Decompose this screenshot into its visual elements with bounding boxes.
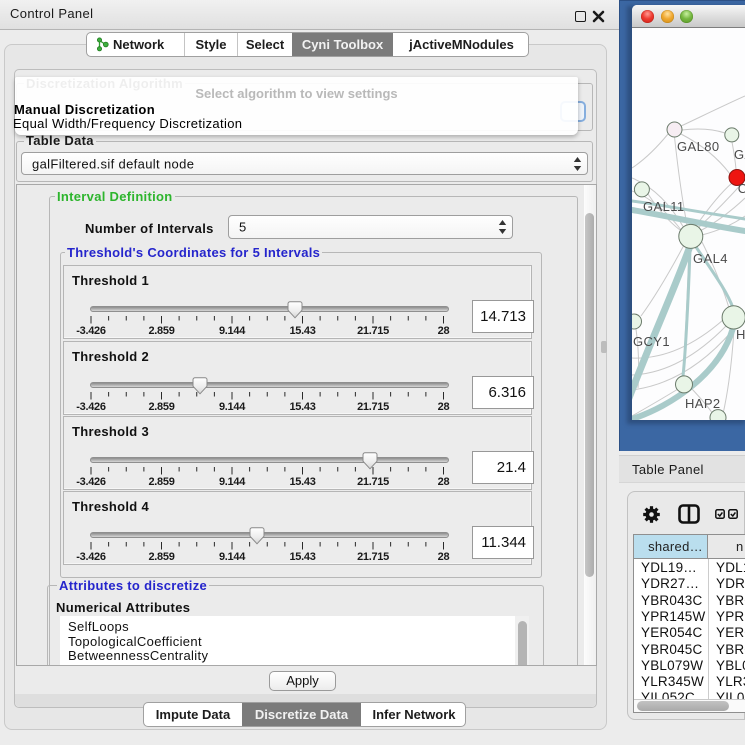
svg-text:HAP2: HAP2 (685, 396, 721, 411)
svg-text:C: C (738, 181, 745, 196)
svg-text:GAL80: GAL80 (677, 139, 719, 154)
svg-text:GAL11: GAL11 (643, 199, 685, 214)
svg-text:GA: GA (734, 147, 745, 162)
svg-text:GCY1: GCY1 (633, 334, 670, 349)
svg-text:GAL4: GAL4 (693, 251, 728, 266)
svg-text:H: H (736, 327, 745, 342)
